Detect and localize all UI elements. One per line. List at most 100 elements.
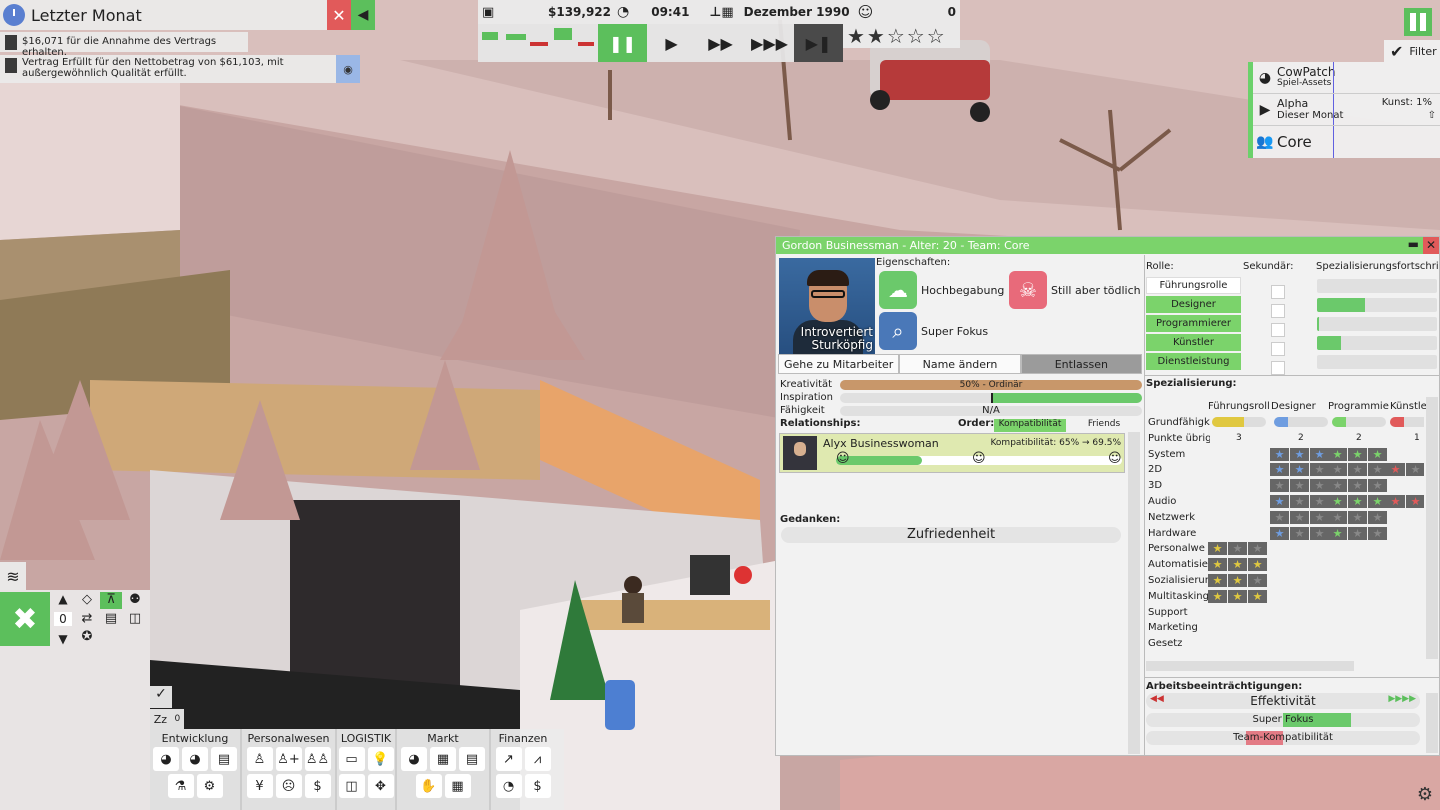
secondary-checkbox[interactable] [1271, 361, 1285, 375]
skip-button[interactable]: ▶❚ [794, 24, 843, 62]
research-icon[interactable]: ◕ [182, 747, 208, 771]
impairments-scrollbar[interactable] [1426, 693, 1438, 753]
settings-gear-icon[interactable]: ⚙ [1412, 784, 1438, 808]
calendar-icon[interactable]: ▦ [444, 774, 471, 798]
notification-message[interactable]: $16,071 für die Annahme des Vertrags erh… [0, 32, 248, 58]
project-item[interactable]: ◕ CowPatch Spiel-Assets [1253, 62, 1440, 94]
person-icon[interactable]: ♙ [246, 747, 273, 771]
star-block[interactable]: ★ ★ ★ [1270, 526, 1330, 540]
food-icon[interactable]: ¥ [246, 774, 273, 798]
star-block[interactable]: ★ ★ ★ [1208, 558, 1268, 572]
order-label: Order: [958, 418, 995, 429]
role-item[interactable]: Designer [1146, 296, 1241, 313]
close-button[interactable]: ✕ [1423, 237, 1439, 254]
people-icon[interactable]: ⚉ [124, 592, 146, 609]
room-tool-icon[interactable]: ◇ [76, 592, 98, 609]
collapse-arrow-button[interactable]: ◀ [351, 0, 375, 30]
document-icon[interactable]: ▤ [211, 747, 237, 771]
dev-icon[interactable]: ◕ [153, 747, 179, 771]
team-icon[interactable]: ♙♙ [304, 747, 331, 771]
role-item[interactable]: Programmierer [1146, 315, 1241, 332]
pause-button[interactable]: ❚❚ [598, 24, 647, 62]
checkmark-icon[interactable]: ✓ [150, 686, 172, 708]
role-item[interactable]: Künstler [1146, 334, 1241, 351]
trend-up-icon[interactable]: ↗ [495, 747, 522, 771]
star-block[interactable]: ★ ★ [1386, 495, 1424, 508]
fire-button[interactable]: Entlassen [1020, 354, 1142, 374]
team-item[interactable]: 👥 Core [1253, 126, 1440, 158]
layers-icon[interactable]: ≋ [0, 562, 26, 590]
move-icon[interactable]: ✥ [367, 774, 394, 798]
package-icon[interactable]: ◫ [338, 774, 365, 798]
minimize-button[interactable]: ▬ [1408, 237, 1419, 251]
star-block[interactable]: ★ ★ [1386, 463, 1424, 477]
star-block[interactable]: ★ ★ ★ [1270, 510, 1330, 524]
spec-scrollbar[interactable] [1426, 397, 1438, 659]
star-block[interactable]: ★ ★ ★ [1270, 463, 1330, 477]
star-block[interactable]: ★ ★ ★ [1328, 510, 1388, 524]
floor-down-button[interactable]: ▼ [58, 632, 67, 646]
floor-up-button[interactable]: ▲ [58, 592, 67, 606]
road-tool-icon[interactable]: ⊼ [100, 592, 122, 609]
flask-icon[interactable]: ⚗ [167, 774, 194, 798]
notification-message[interactable]: Vertrag Erfüllt für den Nettobetrag von … [0, 55, 336, 83]
star-block[interactable]: ★ ★ ★ [1270, 495, 1330, 508]
star-block[interactable]: ★ ★ ★ [1328, 495, 1388, 508]
star-block[interactable]: ★ ★ ★ [1328, 463, 1388, 477]
news-icon[interactable]: ▤ [459, 747, 485, 771]
star-block[interactable]: ★ ★ ★ [1270, 447, 1330, 461]
settings-icon[interactable]: ⚙ [196, 774, 223, 798]
trait-item[interactable]: ⌕ Super Fokus [879, 312, 988, 350]
monitor-icon[interactable]: ▭ [338, 747, 365, 771]
secondary-checkbox[interactable] [1271, 304, 1285, 318]
wrench-icon[interactable]: ✖ [0, 592, 50, 646]
shuffle-icon[interactable]: ⇄ [76, 611, 98, 628]
star-block[interactable]: ★ ★ ★ [1328, 447, 1388, 461]
spec-hscrollbar[interactable] [1146, 661, 1354, 671]
hire-icon[interactable]: ♙+ [275, 747, 302, 771]
pie-icon[interactable]: ◔ [495, 774, 522, 798]
goto-employee-button[interactable]: Gehe zu Mitarbeiter [778, 354, 900, 374]
eye-icon[interactable]: ◉ [336, 55, 360, 83]
relationships-scrollbar[interactable] [1128, 432, 1140, 514]
role-item[interactable]: Führungsrolle [1146, 277, 1241, 294]
handshake-icon[interactable]: ✋ [415, 774, 442, 798]
star-block[interactable]: ★ ★ ★ [1328, 526, 1388, 540]
sleep-counter[interactable]: Zz 0 [150, 709, 184, 729]
award-icon[interactable]: ✪ [76, 629, 98, 646]
order-friends-tab[interactable]: Friends [1068, 419, 1140, 432]
star-block[interactable]: ★ ★ ★ [1208, 542, 1268, 556]
bulb-icon[interactable]: 💡 [367, 747, 394, 771]
order-compat-tab[interactable]: Kompatibilität [994, 419, 1066, 432]
mood-icon[interactable]: ☹ [275, 774, 302, 798]
secondary-checkbox[interactable] [1271, 342, 1285, 356]
play-button[interactable]: ▶ [647, 24, 696, 62]
secondary-checkbox[interactable] [1271, 285, 1285, 299]
dollar-icon[interactable]: $ [524, 774, 551, 798]
relationship-item[interactable]: Alyx Businesswoman Kompatibilität: 65% →… [779, 433, 1125, 473]
furniture-icon[interactable]: ▤ [100, 611, 122, 628]
pause-indicator[interactable] [1404, 8, 1432, 36]
project-item[interactable]: ▶ Alpha Dieser Monat Kunst: 1% ⇧ [1253, 94, 1440, 126]
star-block[interactable]: ★ ★ ★ [1208, 574, 1268, 587]
star-block[interactable]: ★ ★ ★ [1270, 479, 1330, 493]
star-block[interactable]: ★ ★ ★ [1328, 479, 1388, 493]
building-icon[interactable]: ▦ [430, 747, 456, 771]
close-notifications-button[interactable]: ✕ [327, 0, 351, 30]
trait-item[interactable]: ☁ Hochbegabung [879, 271, 1004, 309]
employee-title-bar[interactable]: Gordon Businessman - Alter: 20 - Team: C… [776, 237, 1439, 254]
box-icon[interactable]: ◫ [124, 611, 146, 628]
market-icon[interactable]: ◕ [401, 747, 427, 771]
faster-button[interactable]: ▶▶▶ [745, 24, 794, 62]
thoughts-scrollbar[interactable] [1128, 514, 1140, 754]
thought-item: Zufriedenheit [781, 527, 1121, 543]
salary-icon[interactable]: $ [304, 774, 331, 798]
chart-icon[interactable]: ⩘ [524, 747, 551, 771]
filter-button[interactable]: ✔ Filter [1384, 40, 1440, 62]
secondary-checkbox[interactable] [1271, 323, 1285, 337]
trait-item[interactable]: ☠ Still aber tödlich [1009, 271, 1141, 309]
star-block[interactable]: ★ ★ ★ [1208, 589, 1268, 603]
role-item[interactable]: Dienstleistung [1146, 353, 1241, 370]
fast-forward-button[interactable]: ▶▶ [696, 24, 745, 62]
rename-button[interactable]: Name ändern [899, 354, 1021, 374]
